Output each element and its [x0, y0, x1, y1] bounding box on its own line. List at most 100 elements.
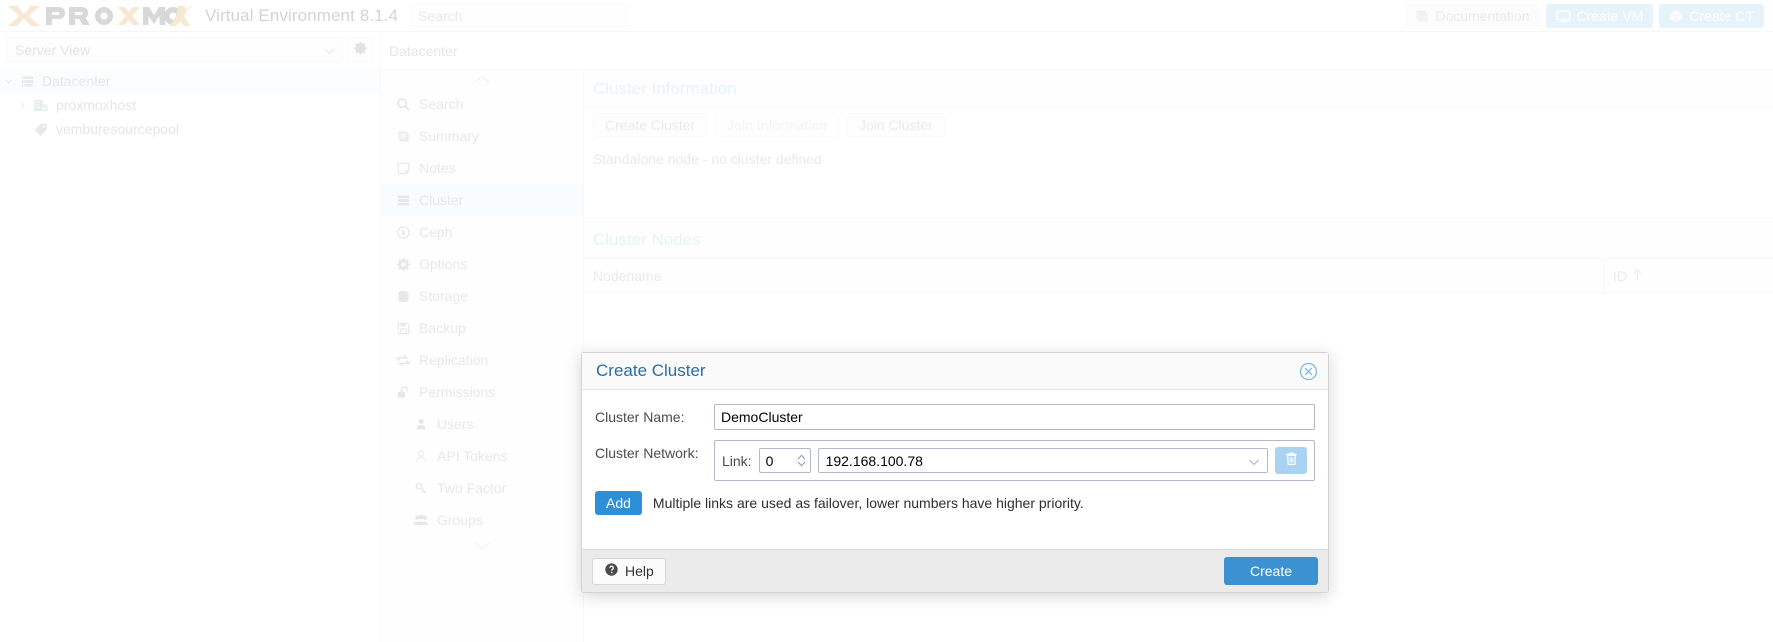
replication-icon [391, 353, 415, 368]
add-link-row: Add Multiple links are used as failover,… [595, 491, 1315, 515]
cluster-network-label: Cluster Network: [595, 445, 699, 461]
link-address-value: 192.168.100.78 [825, 452, 923, 469]
view-select-value: Server View [15, 41, 91, 58]
dialog-header: Create Cluster [582, 353, 1328, 390]
nav-item-label: Replication [419, 352, 489, 368]
create-cluster-button[interactable]: Create Cluster [593, 113, 708, 137]
nav-item-label: Search [419, 96, 464, 112]
nav-item-label: Summary [419, 128, 479, 144]
view-select-row: Server View [0, 32, 380, 66]
close-icon[interactable] [1299, 362, 1318, 381]
nav-item-label: Ceph [419, 224, 453, 240]
create-ct-label: Create CT [1689, 7, 1754, 24]
nav-item-label: Two Factor [437, 480, 507, 496]
nav-item-search[interactable]: Search [381, 88, 583, 120]
nav-item-groups[interactable]: Groups [381, 504, 583, 536]
create-cluster-dialog: Create Cluster Cluster Name: DemoCluster… [581, 352, 1329, 593]
nav-item-label: API Tokens [437, 448, 508, 464]
join-cluster-button[interactable]: Join Cluster [846, 113, 945, 137]
create-button[interactable]: Create [1223, 557, 1318, 585]
dialog-title: Create Cluster [596, 361, 706, 380]
nav-item-replication[interactable]: Replication [381, 344, 583, 376]
storage-icon [391, 289, 415, 304]
nav-item-storage[interactable]: Storage [381, 280, 583, 312]
nav-item-label: Users [437, 416, 474, 432]
chevron-right-icon[interactable] [14, 101, 30, 110]
nav-item-two-factor[interactable]: Two Factor [381, 472, 583, 504]
datacenter-nav: Search Summary Notes Cluster Ceph Option… [381, 70, 584, 642]
cluster-name-input[interactable]: DemoCluster [714, 404, 1315, 430]
nav-item-summary[interactable]: Summary [381, 120, 583, 152]
cluster-name-row: Cluster Name: DemoCluster [595, 404, 1315, 430]
nav-item-label: Notes [419, 160, 456, 176]
nav-item-notes[interactable]: Notes [381, 152, 583, 184]
options-icon [391, 257, 415, 272]
pool-icon [30, 122, 52, 137]
create-ct-button[interactable]: Create CT [1659, 3, 1764, 28]
cluster-network-box: Link: 0 192.168.100.78 [714, 440, 1315, 481]
add-link-button[interactable]: Add [595, 491, 642, 515]
link-number-stepper[interactable]: 0 [758, 448, 811, 473]
nav-item-label: Permissions [419, 384, 496, 400]
nav-item-cluster[interactable]: Cluster [381, 184, 583, 216]
nav-item-backup[interactable]: Backup [381, 312, 583, 344]
column-header-id[interactable]: ID [1603, 258, 1773, 293]
link-address-select[interactable]: 192.168.100.78 [817, 448, 1268, 473]
link-number-value: 0 [765, 452, 774, 469]
tree-item-label: proxmoxhost [56, 97, 137, 113]
monitor-icon [1555, 9, 1571, 23]
nav-item-ceph[interactable]: Ceph [381, 216, 583, 248]
nav-item-label: Cluster [419, 192, 464, 208]
nav-item-label: Options [419, 256, 468, 272]
question-icon [604, 562, 619, 580]
tree-item-label: Datacenter [42, 73, 111, 89]
nav-item-api-tokens[interactable]: API Tokens [381, 440, 583, 472]
top-bar-actions: Documentation Create VM Create CT [1405, 3, 1773, 28]
create-vm-label: Create VM [1576, 7, 1644, 24]
tree-item-datacenter[interactable]: Datacenter [0, 69, 380, 93]
dialog-footer: Help Create [582, 549, 1328, 592]
documentation-label: Documentation [1435, 7, 1530, 24]
stepper-arrows-icon[interactable] [794, 453, 810, 468]
link-row: Link: 0 192.168.100.78 [722, 447, 1307, 474]
chevron-down-icon [324, 42, 335, 58]
notes-icon [391, 161, 415, 176]
proxmox-logo [6, 0, 198, 32]
help-button[interactable]: Help [592, 557, 666, 585]
chevron-down-icon[interactable] [0, 77, 16, 86]
cluster-icon [391, 193, 415, 208]
cluster-nodes-grid-header: Nodename ID [584, 258, 1773, 293]
container-icon [1669, 9, 1683, 23]
cluster-nodes-title: Cluster Nodes [584, 221, 1773, 259]
nav-scroll-down-button[interactable] [381, 536, 583, 554]
breadcrumb: Datacenter [381, 32, 1773, 70]
nav-scroll-up-button[interactable] [381, 70, 583, 88]
tree-item-vemburesourcepool[interactable]: vemburesourcepool [0, 117, 380, 141]
nav-item-permissions[interactable]: Permissions [381, 376, 583, 408]
create-vm-button[interactable]: Create VM [1545, 3, 1654, 28]
top-bar: Virtual Environment 8.1.4 Search Documen… [0, 0, 1773, 32]
summary-icon [391, 129, 415, 144]
delete-link-button[interactable] [1275, 447, 1307, 474]
proxmox-app: Virtual Environment 8.1.4 Search Documen… [0, 0, 1773, 642]
product-name: Virtual Environment 8.1.4 [205, 5, 399, 25]
global-search-input[interactable]: Search [411, 4, 628, 27]
node-icon [30, 98, 52, 113]
column-header-nodename[interactable]: Nodename [584, 259, 1603, 293]
groups-icon [409, 513, 433, 527]
nav-item-options[interactable]: Options [381, 248, 583, 280]
view-select[interactable]: Server View [7, 37, 343, 62]
sort-asc-icon [1632, 268, 1643, 284]
chevron-down-icon [1248, 453, 1260, 469]
join-information-button[interactable]: Join Information [715, 113, 839, 137]
nav-item-label: Storage [419, 288, 469, 304]
nav-item-label: Groups [437, 512, 483, 528]
trash-icon [1284, 451, 1299, 470]
nav-item-users[interactable]: Users [381, 408, 583, 440]
documentation-button[interactable]: Documentation [1405, 3, 1540, 28]
link-priority-hint: Multiple links are used as failover, low… [652, 495, 1084, 511]
tree-item-proxmoxhost[interactable]: proxmoxhost [0, 93, 380, 117]
column-header-id-label: ID [1613, 267, 1627, 284]
tree-settings-button[interactable] [347, 37, 373, 62]
backup-icon [391, 321, 415, 336]
